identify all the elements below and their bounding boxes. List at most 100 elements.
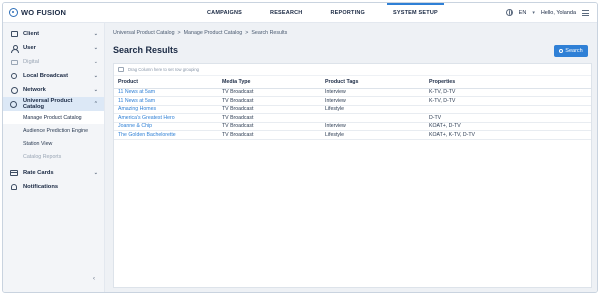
top-bar: WO FUSION CAMPAIGNS RESEARCH REPORTING S… <box>3 3 597 23</box>
chevron-down-icon: ⌄ <box>93 170 98 176</box>
user-greeting[interactable]: Hello, Yolanda <box>541 10 576 16</box>
globe-icon[interactable] <box>505 9 513 16</box>
chevron-down-icon: ⌄ <box>93 45 98 51</box>
product-tags-cell <box>321 113 425 123</box>
logo[interactable]: WO FUSION <box>3 8 193 17</box>
main-nav: CAMPAIGNS RESEARCH REPORTING SYSTEM SETU… <box>193 3 452 23</box>
menu-icon[interactable] <box>582 9 589 16</box>
properties-cell: D-TV <box>425 113 591 123</box>
breadcrumb-item[interactable]: Universal Product Catalog <box>113 30 175 36</box>
group-hint: Drag Column here to set row grouping <box>128 67 199 72</box>
breadcrumb-item-current: Search Results <box>251 30 288 36</box>
properties-cell: KOAT+, K-TV, D-TV <box>425 130 591 140</box>
sidebar-item-universal-product-catalog[interactable]: Universal Product Catalog ⌃ <box>3 97 104 111</box>
results-grid: Drag Column here to set row grouping Pro… <box>113 63 592 288</box>
table-row[interactable]: Amazing Homes TV Broadcast Lifestyle <box>114 105 591 114</box>
main-content: Universal Product Catalog > Manage Produ… <box>105 23 597 292</box>
chevron-up-icon: ⌃ <box>93 101 98 107</box>
sidebar-item-label: Notifications <box>23 184 59 190</box>
app-window: WO FUSION CAMPAIGNS RESEARCH REPORTING S… <box>2 2 598 293</box>
product-link[interactable]: Joanne & Chip <box>114 122 218 131</box>
sidebar-item-label: Local Broadcast <box>23 73 69 79</box>
column-header-properties[interactable]: Properties <box>425 76 591 89</box>
row-grouping-drop-zone[interactable]: Drag Column here to set row grouping <box>114 64 591 76</box>
language-select[interactable]: EN <box>519 10 527 16</box>
sidebar: Client ⌄ User ⌄ Digital ⌄ Local Broadcas… <box>3 23 105 292</box>
sidebar-subitem-manage-product-catalog[interactable]: Manage Product Catalog <box>3 111 104 124</box>
sidebar-subitem-station-view[interactable]: Station View <box>3 137 104 150</box>
card-icon <box>10 169 18 177</box>
media-type-cell: TV Broadcast <box>218 96 321 106</box>
chevron-down-icon: ⌄ <box>93 73 98 79</box>
network-icon <box>10 86 18 94</box>
media-type-cell: TV Broadcast <box>218 113 321 123</box>
nav-system-setup[interactable]: SYSTEM SETUP <box>379 3 452 23</box>
sidebar-item-label: Rate Cards <box>23 170 54 176</box>
chevron-down-icon: ⌄ <box>93 87 98 93</box>
media-type-cell: TV Broadcast <box>218 88 321 97</box>
table-row[interactable]: Joanne & Chip TV Broadcast Interview KOA… <box>114 122 591 131</box>
sidebar-item-rate-cards[interactable]: Rate Cards ⌄ <box>3 166 104 180</box>
product-tags-cell: Lifestyle <box>321 130 425 140</box>
sidebar-item-network[interactable]: Network ⌄ <box>3 83 104 97</box>
product-link[interactable]: 11 News at 5am <box>114 88 218 97</box>
user-icon <box>10 44 19 53</box>
sidebar-item-notifications[interactable]: Notifications <box>3 180 104 194</box>
collapse-sidebar-icon[interactable]: ‹ <box>93 276 95 282</box>
media-type-cell: TV Broadcast <box>218 130 321 140</box>
properties-cell <box>425 105 591 114</box>
sidebar-subitem-audience-prediction-engine[interactable]: Audience Prediction Engine <box>3 124 104 137</box>
breadcrumb-separator: > <box>177 30 181 36</box>
table-header-row: Product Media Type Product Tags Properti… <box>114 76 591 89</box>
chevron-down-icon[interactable]: ▾ <box>532 10 535 16</box>
product-link[interactable]: The Golden Bachelorette <box>114 130 218 140</box>
sidebar-item-digital[interactable]: Digital ⌄ <box>3 55 104 69</box>
product-tags-cell: Interview <box>321 96 425 106</box>
breadcrumb-item[interactable]: Manage Product Catalog <box>184 30 243 36</box>
nav-research[interactable]: RESEARCH <box>256 3 316 23</box>
top-right-controls: EN ▾ Hello, Yolanda <box>505 9 597 16</box>
sidebar-item-label: Universal Product Catalog <box>22 98 73 110</box>
catalog-icon <box>10 100 18 108</box>
table-row[interactable]: 11 News at 5am TV Broadcast Interview K-… <box>114 88 591 97</box>
logo-icon <box>9 8 18 17</box>
properties-cell: K-TV, D-TV <box>425 96 591 106</box>
product-tags-cell: Interview <box>321 88 425 97</box>
table-row[interactable]: America's Greatest Hero TV Broadcast D-T… <box>114 113 591 123</box>
sidebar-item-label: Network <box>23 87 46 93</box>
product-link[interactable]: 11 News at 5am <box>114 96 218 106</box>
nav-campaigns[interactable]: CAMPAIGNS <box>193 3 256 23</box>
sidebar-item-client[interactable]: Client ⌄ <box>3 27 104 41</box>
column-header-media-type[interactable]: Media Type <box>218 76 321 89</box>
search-button[interactable]: Search <box>554 45 588 57</box>
table-row[interactable]: The Golden Bachelorette TV Broadcast Lif… <box>114 130 591 140</box>
column-header-product-tags[interactable]: Product Tags <box>321 76 425 89</box>
search-icon <box>559 49 564 53</box>
breadcrumb: Universal Product Catalog > Manage Produ… <box>113 30 287 36</box>
product-tags-cell: Lifestyle <box>321 105 425 114</box>
sidebar-item-label: User <box>23 45 36 51</box>
product-link[interactable]: America's Greatest Hero <box>114 113 218 123</box>
search-button-label: Search <box>565 48 583 54</box>
properties-cell: KOAT+, D-TV <box>425 122 591 131</box>
product-link[interactable]: Amazing Homes <box>114 105 218 114</box>
sidebar-item-label: Digital <box>23 59 40 65</box>
sidebar-item-user[interactable]: User ⌄ <box>3 41 104 55</box>
nav-reporting[interactable]: REPORTING <box>316 3 379 23</box>
client-icon <box>10 30 18 38</box>
chevron-down-icon: ⌄ <box>93 31 98 37</box>
product-tags-cell: Interview <box>321 122 425 131</box>
chevron-down-icon: ⌄ <box>93 59 98 65</box>
sidebar-item-local-broadcast[interactable]: Local Broadcast ⌄ <box>3 69 104 83</box>
results-table: Product Media Type Product Tags Properti… <box>114 76 591 140</box>
location-icon <box>10 72 18 80</box>
breadcrumb-separator: > <box>245 30 249 36</box>
media-type-cell: TV Broadcast <box>218 122 321 131</box>
sidebar-subitem-catalog-reports[interactable]: Catalog Reports <box>3 150 104 163</box>
table-row[interactable]: 11 News at 5am TV Broadcast Interview K-… <box>114 96 591 106</box>
logo-text: WO FUSION <box>21 8 67 17</box>
sidebar-item-label: Client <box>23 31 40 37</box>
page-title: Search Results <box>113 45 179 55</box>
grouping-icon <box>118 67 124 72</box>
column-header-product[interactable]: Product <box>114 76 218 89</box>
